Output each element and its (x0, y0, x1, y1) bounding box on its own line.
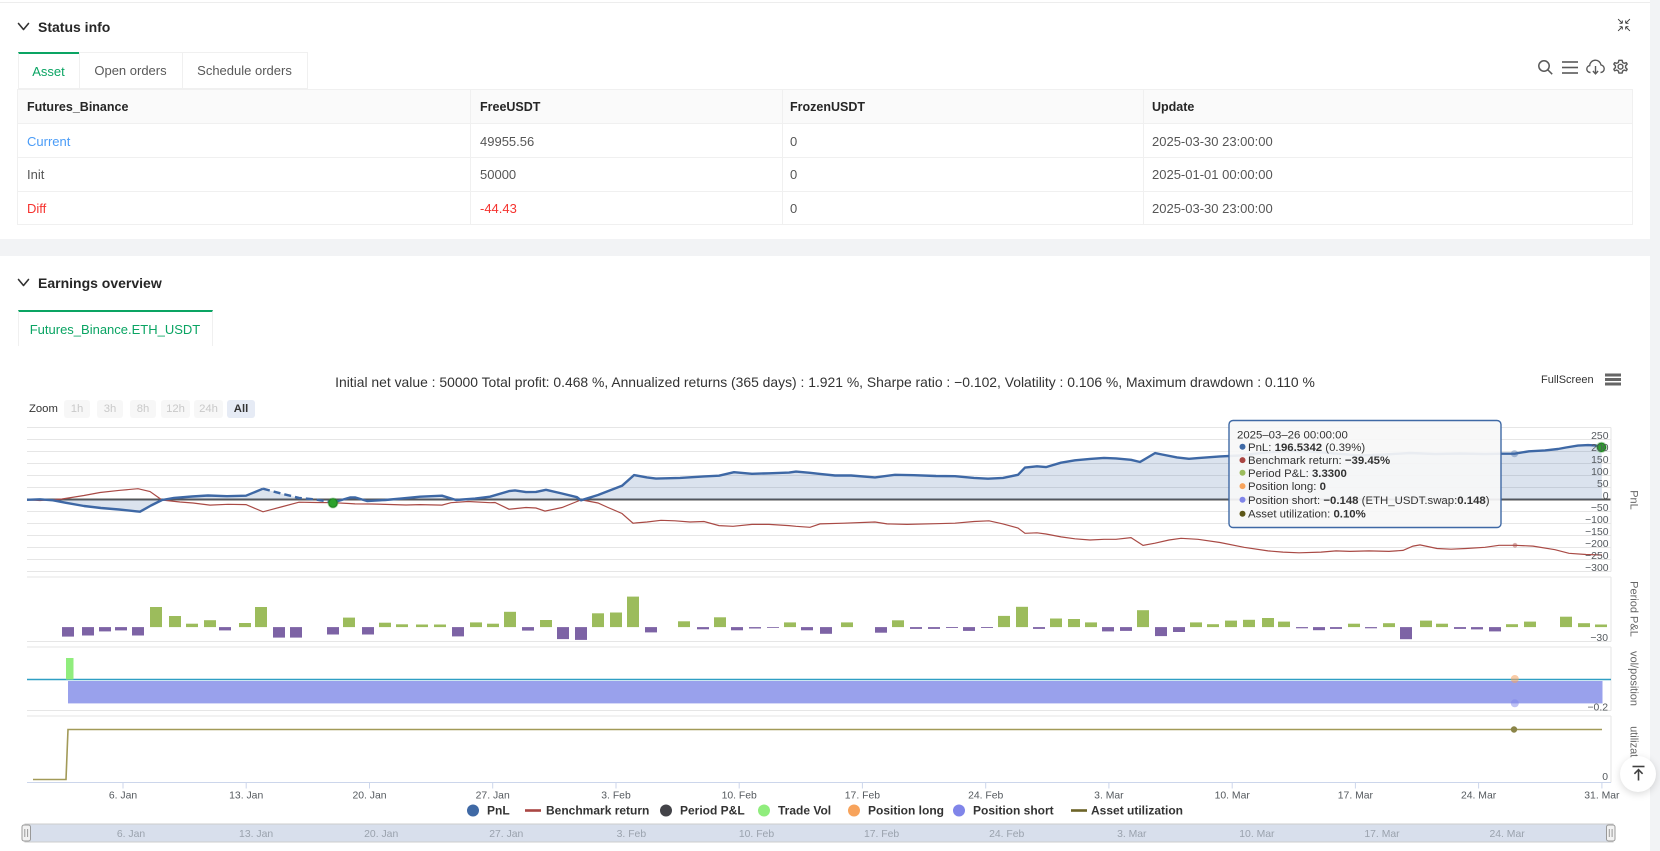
svg-text:−0.2: −0.2 (1587, 702, 1608, 713)
svg-text:17. Mar: 17. Mar (1364, 829, 1400, 840)
svg-text:20. Jan: 20. Jan (364, 829, 398, 840)
svg-text:−250: −250 (1585, 551, 1609, 562)
svg-text:10. Feb: 10. Feb (739, 829, 774, 840)
svg-text:3. Mar: 3. Mar (1094, 791, 1124, 802)
svg-text:Benchmark return: −39.45%: Benchmark return: −39.45% (1248, 455, 1390, 467)
svg-text:10. Mar: 10. Mar (1215, 791, 1251, 802)
svg-text:−150: −150 (1585, 527, 1609, 538)
svg-text:Position long: Position long (868, 804, 944, 818)
svg-text:24. Mar: 24. Mar (1461, 791, 1497, 802)
svg-text:Trade Vol: Trade Vol (778, 804, 831, 818)
svg-text:24. Feb: 24. Feb (968, 791, 1003, 802)
svg-text:13. Jan: 13. Jan (229, 791, 263, 802)
svg-text:24. Mar: 24. Mar (1489, 829, 1525, 840)
svg-text:PnL: PnL (487, 804, 510, 818)
svg-text:27. Jan: 27. Jan (489, 829, 523, 840)
svg-text:−200: −200 (1585, 539, 1609, 550)
svg-text:17. Mar: 17. Mar (1338, 791, 1374, 802)
svg-text:−100: −100 (1585, 515, 1609, 526)
svg-text:Position short: Position short (973, 804, 1054, 818)
svg-text:0: 0 (1602, 772, 1608, 783)
svg-text:24. Feb: 24. Feb (989, 829, 1024, 840)
svg-text:2025‒03‒26 00:00:00: 2025‒03‒26 00:00:00 (1237, 429, 1348, 441)
svg-text:3. Mar: 3. Mar (1117, 829, 1147, 840)
svg-text:vol/position: vol/position (1628, 651, 1640, 706)
svg-text:6. Jan: 6. Jan (109, 791, 138, 802)
svg-text:3. Feb: 3. Feb (601, 791, 631, 802)
svg-text:150: 150 (1591, 455, 1609, 466)
svg-text:Period P&L: Period P&L (1628, 581, 1640, 637)
svg-text:10. Feb: 10. Feb (722, 791, 757, 802)
svg-text:17. Feb: 17. Feb (845, 791, 880, 802)
svg-text:−50: −50 (1591, 503, 1609, 514)
svg-text:31. Mar: 31. Mar (1584, 791, 1620, 802)
svg-text:−300: −300 (1585, 563, 1609, 574)
svg-text:Period P&L: Period P&L (680, 804, 745, 818)
svg-text:13. Jan: 13. Jan (239, 829, 273, 840)
svg-text:PnL: 196.5342 (0.39%): PnL: 196.5342 (0.39%) (1248, 442, 1365, 454)
svg-text:Asset utilization: Asset utilization (1091, 804, 1183, 818)
svg-text:−30: −30 (1590, 633, 1608, 644)
svg-text:Position long: 0: Position long: 0 (1248, 481, 1326, 493)
svg-text:200: 200 (1591, 443, 1609, 454)
svg-text:17. Feb: 17. Feb (864, 829, 899, 840)
svg-text:Benchmark return: Benchmark return (546, 804, 649, 818)
svg-text:27. Jan: 27. Jan (476, 791, 510, 802)
svg-text:50: 50 (1597, 479, 1609, 490)
svg-text:Period P&L: 3.3300: Period P&L: 3.3300 (1248, 468, 1347, 480)
svg-text:3. Feb: 3. Feb (617, 829, 647, 840)
svg-text:0: 0 (1603, 491, 1609, 502)
svg-text:20. Jan: 20. Jan (352, 791, 386, 802)
svg-text:250: 250 (1591, 431, 1609, 442)
svg-text:PnL: PnL (1628, 490, 1640, 510)
svg-text:Asset utilization: 0.10%: Asset utilization: 0.10% (1248, 509, 1366, 521)
svg-text:Position short: −0.148 (ETH_US: Position short: −0.148 (ETH_USDT.swap:0.… (1248, 495, 1490, 507)
svg-text:6. Jan: 6. Jan (117, 829, 146, 840)
svg-text:10. Mar: 10. Mar (1239, 829, 1275, 840)
svg-text:100: 100 (1591, 467, 1609, 478)
